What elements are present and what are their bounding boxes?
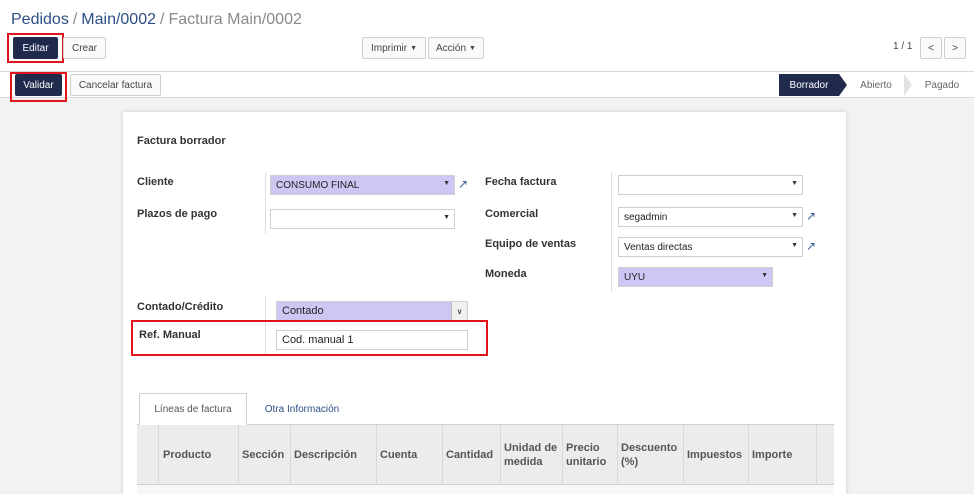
chevron-down-icon: ▼: [443, 214, 450, 221]
edit-button[interactable]: Editar: [13, 37, 58, 59]
salesperson-select[interactable]: segadmin ▼: [618, 207, 803, 227]
stage-open[interactable]: Abierto: [847, 74, 905, 96]
column-quantity[interactable]: Cantidad: [446, 425, 498, 485]
breadcrumb-separator: /: [72, 11, 78, 28]
stage-draft: Borrador: [779, 74, 847, 96]
column-amount[interactable]: Importe: [752, 425, 812, 485]
sales-team-select[interactable]: Ventas directas ▼: [618, 237, 803, 257]
stage-paid[interactable]: Pagado: [914, 74, 970, 96]
cash-credit-value: Contado: [282, 305, 324, 317]
tab-other-info[interactable]: Otra Información: [252, 393, 352, 425]
column-description[interactable]: Descripción: [294, 425, 372, 485]
column-separator: [748, 425, 749, 485]
column-discount[interactable]: Descuento (%): [621, 425, 681, 485]
salesperson-label: Comercial: [485, 208, 539, 220]
column-separator: [500, 425, 501, 485]
cash-credit-select[interactable]: Contado ∨: [276, 301, 468, 321]
breadcrumb: Pedidos / Main/0002/Factura Main/0002: [11, 11, 302, 29]
validate-button[interactable]: Validar: [15, 74, 62, 96]
column-section[interactable]: Sección: [242, 425, 290, 485]
currency-select[interactable]: UYU ▼: [618, 267, 773, 287]
column-product[interactable]: Producto: [163, 425, 235, 485]
column-separator: [562, 425, 563, 485]
breadcrumb-order[interactable]: Main/0002: [81, 11, 156, 28]
print-label: Imprimir: [370, 42, 408, 54]
stage-chevron-icon: [904, 74, 912, 96]
create-button[interactable]: Crear: [63, 37, 106, 59]
chevron-down-icon: ∨: [451, 302, 467, 320]
column-account[interactable]: Cuenta: [380, 425, 438, 485]
column-separator: [158, 425, 159, 485]
invoice-lines-body: [137, 485, 834, 494]
column-separator: [683, 425, 684, 485]
manual-ref-value: Cod. manual 1: [282, 334, 354, 346]
column-separator: [238, 425, 239, 485]
customer-label: Cliente: [137, 176, 174, 188]
breadcrumb-pedidos[interactable]: Pedidos: [11, 11, 69, 28]
chevron-right-icon: >: [952, 42, 958, 54]
action-label: Acción: [436, 42, 467, 54]
pager-prev-button[interactable]: <: [920, 37, 942, 59]
currency-value: UYU: [624, 271, 646, 283]
manual-ref-input[interactable]: Cod. manual 1: [276, 330, 468, 350]
chevron-down-icon: ▼: [791, 180, 798, 187]
invoice-date-label: Fecha factura: [485, 176, 557, 188]
payment-terms-label: Plazos de pago: [137, 208, 218, 220]
currency-label: Moneda: [485, 268, 527, 280]
form-title: Factura borrador: [137, 135, 226, 147]
sales-team-value: Ventas directas: [624, 241, 693, 253]
chevron-down-icon: ▼: [791, 212, 798, 219]
cash-credit-label: Contado/Crédito: [137, 301, 224, 313]
external-link-icon[interactable]: ↗: [458, 177, 472, 191]
chevron-down-icon: ▼: [791, 242, 798, 249]
tab-invoice-lines[interactable]: Líneas de factura: [139, 393, 247, 425]
column-separator: [290, 425, 291, 485]
chevron-down-icon: ▼: [410, 44, 418, 52]
external-link-icon[interactable]: ↗: [806, 239, 820, 253]
customer-value: CONSUMO FINAL: [276, 179, 360, 191]
cancel-invoice-button[interactable]: Cancelar factura: [70, 74, 161, 96]
external-link-icon[interactable]: ↗: [806, 209, 820, 223]
breadcrumb-current: Factura Main/0002: [168, 11, 302, 28]
divider: [265, 172, 266, 234]
column-separator: [816, 425, 817, 485]
print-button[interactable]: Imprimir ▼: [362, 37, 426, 59]
divider: [611, 172, 612, 292]
manual-ref-label: Ref. Manual: [139, 329, 201, 341]
column-separator: [617, 425, 618, 485]
customer-select[interactable]: CONSUMO FINAL ▼: [270, 175, 455, 195]
column-separator: [376, 425, 377, 485]
chevron-down-icon: ▼: [761, 272, 768, 279]
chevron-down-icon: ▼: [469, 44, 476, 52]
column-separator: [442, 425, 443, 485]
divider: [265, 296, 266, 356]
chevron-down-icon: ▼: [443, 180, 450, 187]
action-button[interactable]: Acción ▼: [428, 37, 484, 59]
column-unit-price[interactable]: Precio unitario: [566, 425, 616, 485]
pager-next-button[interactable]: >: [944, 37, 966, 59]
payment-terms-select[interactable]: ▼: [270, 209, 455, 229]
invoice-date-input[interactable]: ▼: [618, 175, 803, 195]
chevron-left-icon: <: [928, 42, 934, 54]
salesperson-value: segadmin: [624, 211, 668, 223]
sales-team-label: Equipo de ventas: [485, 238, 577, 250]
column-unit[interactable]: Unidad de medida: [504, 425, 558, 485]
pager-value[interactable]: 1 / 1: [893, 41, 912, 52]
breadcrumb-separator: /: [160, 11, 165, 28]
column-taxes[interactable]: Impuestos: [687, 425, 747, 485]
